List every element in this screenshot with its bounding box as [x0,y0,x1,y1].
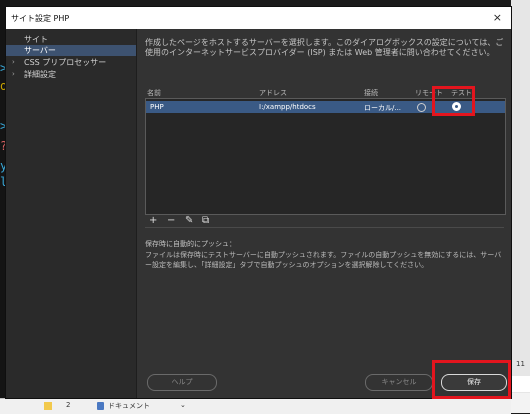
add-server-button[interactable]: + [149,215,157,227]
chevron-down-icon[interactable]: ⌄ [180,401,186,409]
help-button[interactable]: ヘルプ [147,374,217,391]
divider [145,227,504,228]
dialog-title: サイト設定 PHP [11,14,70,23]
column-header-address[interactable]: アドレス [259,88,287,98]
background-file-row: 2 ドキュメント ⌄ [0,398,511,414]
dialog-titlebar: サイト設定 PHP × [6,7,511,29]
servers-description: 作成したページをホストするサーバーを選択します。このダイアログボックスの設定につ… [145,38,504,57]
column-header-name[interactable]: 名前 [147,88,161,98]
server-connection: ローカル/... [364,104,402,112]
auto-push-heading: 保存時に自動的にプッシュ： [145,240,236,248]
highlight-testing-radio [432,86,475,116]
servers-panel: 作成したページをホストするサーバーを選択します。このダイアログボックスの設定につ… [137,29,511,398]
server-list-toolbar: + − ✎ ⧉ [145,215,504,227]
chevron-right-icon: › [12,58,15,66]
sidebar-nav: サイト サーバー › CSS プリプロセッサー › 詳細設定 [6,29,137,398]
sidebar-item-label: CSS プリプロセッサー [24,58,107,67]
sidebar-item-servers[interactable]: サーバー [6,45,136,56]
sidebar-item-css-preprocessors[interactable]: › CSS プリプロセッサー [6,57,136,68]
background-panel [511,393,530,413]
sidebar-item-site[interactable]: サイト [6,34,136,45]
highlight-save-button [432,360,511,399]
auto-push-text: ファイルは保存時にテストサーバーに自動プッシュされます。ファイルの自動プッシュを… [145,251,502,269]
remote-radio[interactable] [417,103,426,112]
cancel-button[interactable]: キャンセル [365,374,433,391]
duplicate-server-button[interactable]: ⧉ [202,215,209,227]
sidebar-item-label: 詳細設定 [24,70,56,79]
server-name: PHP [150,103,164,111]
chevron-right-icon: › [12,70,15,78]
edit-server-button[interactable]: ✎ [185,215,193,227]
server-address: I:/xampp/htdocs [259,103,316,111]
checkbox-icon [44,402,52,410]
document-icon [97,402,104,410]
file-row-label[interactable]: ドキュメント [108,401,150,411]
remove-server-button[interactable]: − [167,215,175,227]
sidebar-item-advanced[interactable]: › 詳細設定 [6,69,136,80]
sidebar-item-label: サーバー [24,46,56,55]
sidebar-item-label: サイト [24,35,48,44]
background-window-edge [511,0,530,413]
close-icon[interactable]: × [493,11,502,24]
background-number: 11 [516,360,525,368]
background-panel [511,376,530,392]
file-row-number: 2 [66,401,71,409]
column-header-connection[interactable]: 接続 [364,88,378,98]
site-settings-dialog: サイト設定 PHP × サイト サーバー › CSS プリプロセッサー › 詳細… [5,6,512,399]
